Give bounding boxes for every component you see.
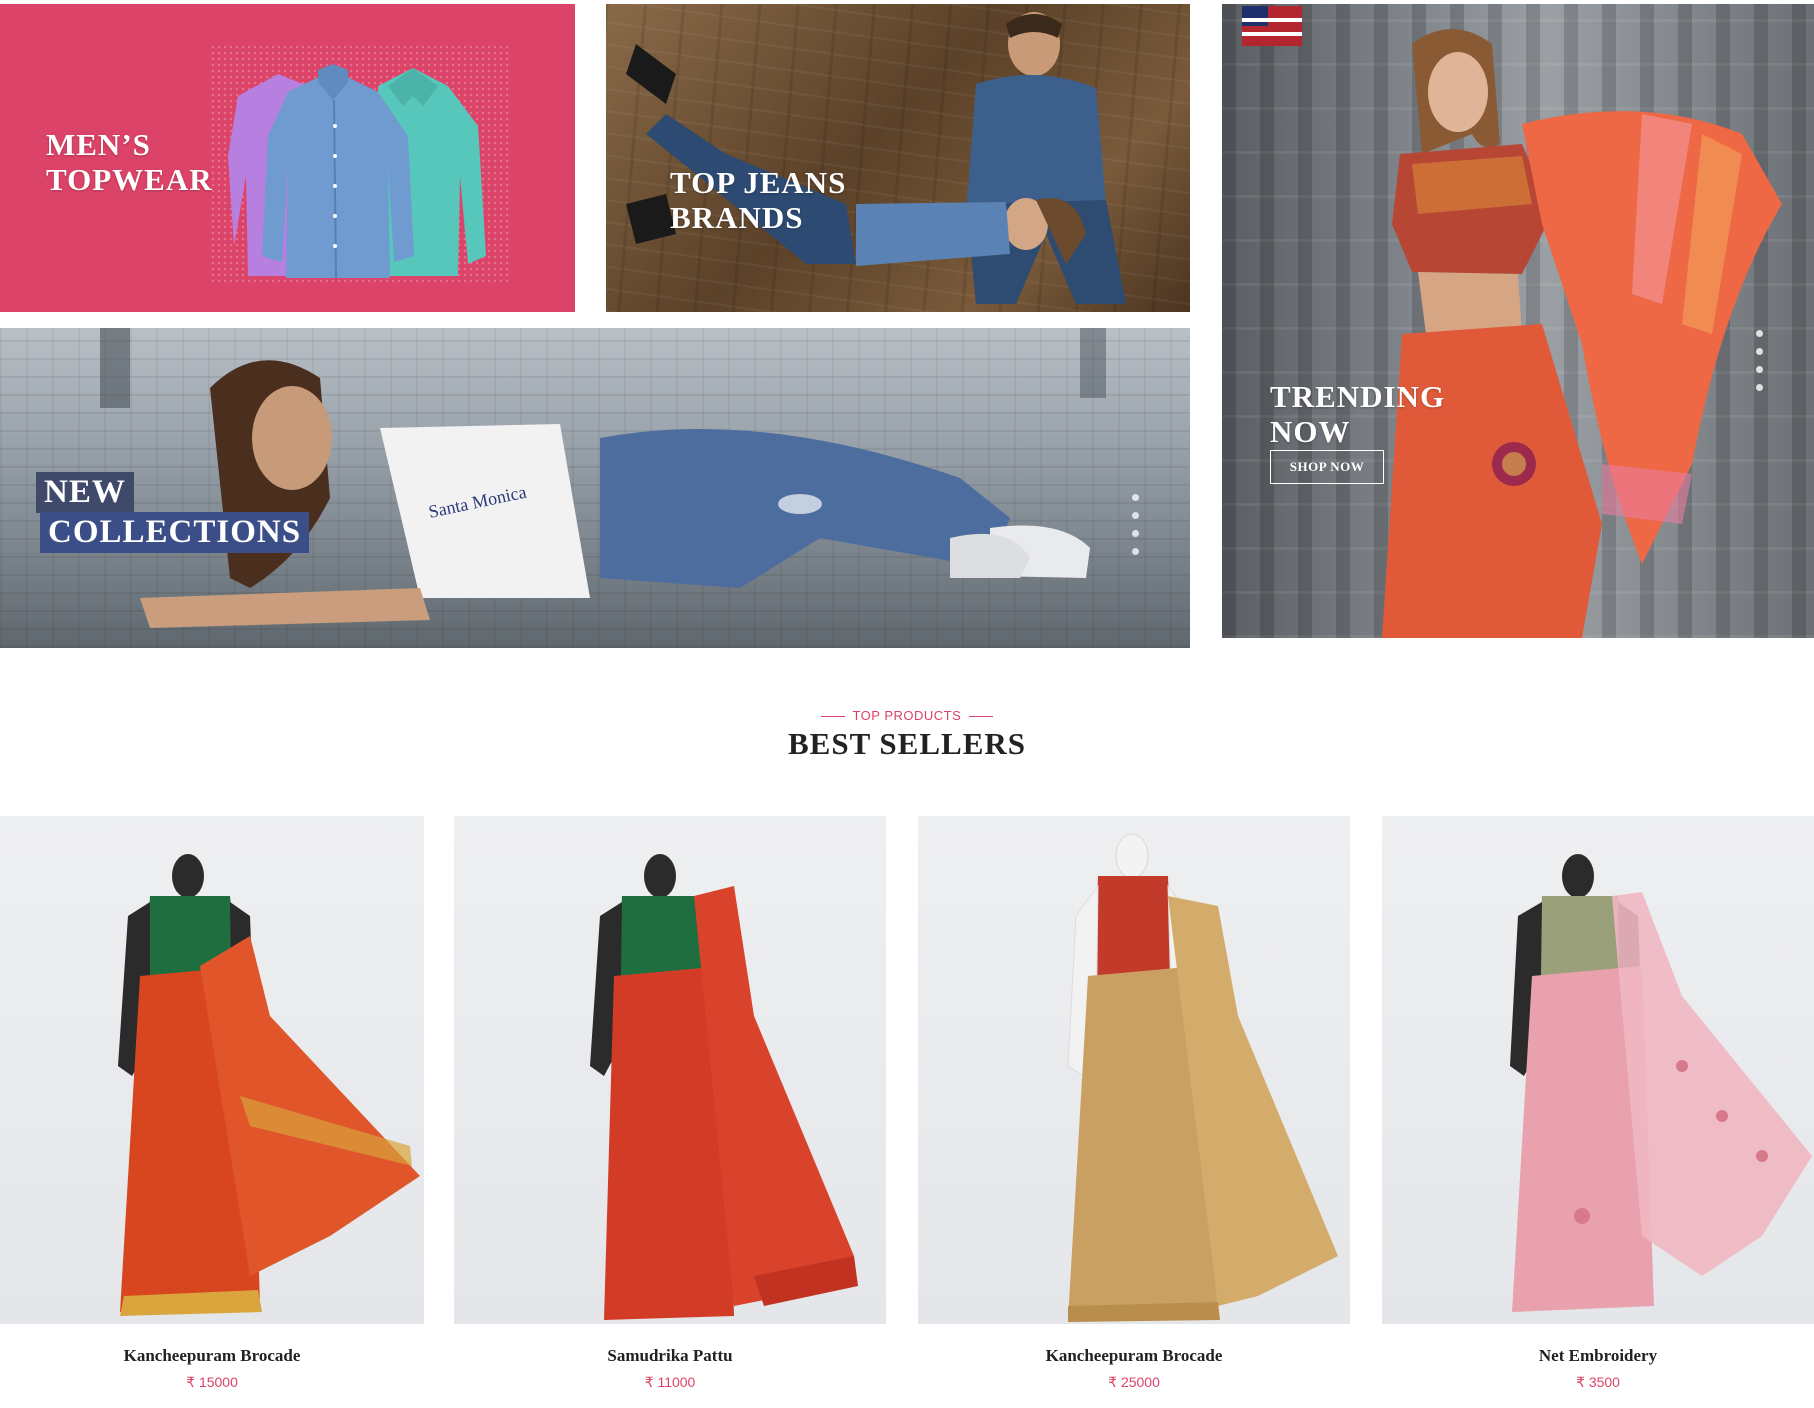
banner-jeans-line2: BRANDS	[670, 199, 804, 235]
carousel-dot[interactable]	[1756, 366, 1763, 373]
banner-mens-label: MEN’S TOPWEAR	[46, 127, 213, 197]
product-name[interactable]: Samudrika Pattu	[454, 1346, 886, 1366]
shirts-image	[228, 64, 486, 279]
product-image[interactable]	[0, 816, 424, 1324]
banner-jeans-line1: TOP JEANS	[670, 165, 847, 200]
banner-trending-line1: TRENDING	[1270, 379, 1446, 414]
couple-photo	[626, 12, 1126, 304]
saree-model-photo	[1242, 6, 1782, 638]
product-price-value: 15000	[198, 1374, 238, 1390]
product-price-value: 25000	[1120, 1374, 1160, 1390]
section-eyebrow: TOP PRODUCTS	[0, 708, 1814, 723]
product-name[interactable]: Kancheepuram Brocade	[918, 1346, 1350, 1366]
rupee-icon: ₹	[644, 1374, 654, 1390]
carousel-dot[interactable]	[1132, 530, 1139, 537]
carousel-dot[interactable]	[1132, 494, 1139, 501]
carousel-dots-trending	[1756, 330, 1763, 402]
carousel-dot[interactable]	[1132, 512, 1139, 519]
carousel-dot[interactable]	[1756, 348, 1763, 355]
banner-mens-line2: TOPWEAR	[46, 161, 213, 197]
rupee-icon: ₹	[1108, 1374, 1118, 1390]
product-card[interactable]: Net Embroidery ₹ 3500	[1382, 816, 1814, 1408]
product-price: ₹ 3500	[1382, 1374, 1814, 1391]
eyebrow-line-left	[820, 716, 845, 718]
banner-jeans-label: TOP JEANS BRANDS	[670, 165, 847, 235]
banner-trending-line2: NOW	[1270, 413, 1351, 449]
product-card[interactable]: Samudrika Pattu ₹ 11000	[454, 816, 886, 1408]
banner-mens-topwear[interactable]: MEN’S TOPWEAR	[0, 4, 575, 312]
product-image[interactable]	[1382, 816, 1814, 1324]
product-image[interactable]	[454, 816, 886, 1324]
banner-new-collections[interactable]: Santa Monica NEW COLLECTIONS	[0, 328, 1190, 648]
banner-top-jeans-brands[interactable]: TOP JEANS BRANDS	[606, 4, 1190, 312]
product-price-value: 3500	[1588, 1374, 1620, 1390]
carousel-dots	[1132, 494, 1142, 566]
shop-now-button[interactable]: SHOP NOW	[1270, 450, 1384, 484]
banner-new-line1: NEW	[36, 472, 134, 513]
product-caption-bg	[14, 1328, 410, 1408]
banner-trending-now[interactable]: TRENDING NOW SHOP NOW	[1222, 4, 1814, 638]
rupee-icon: ₹	[186, 1374, 196, 1390]
product-caption-bg	[1396, 1328, 1800, 1408]
carousel-dot[interactable]	[1756, 384, 1763, 391]
product-price: ₹ 11000	[454, 1374, 886, 1391]
product-image[interactable]	[918, 816, 1350, 1324]
product-card[interactable]: Kancheepuram Brocade ₹ 25000	[918, 816, 1350, 1408]
product-caption-bg	[932, 1328, 1336, 1408]
product-caption-bg	[468, 1328, 872, 1408]
model-lying-photo: Santa Monica	[100, 328, 1106, 628]
product-price: ₹ 15000	[0, 1374, 424, 1391]
carousel-dot[interactable]	[1132, 548, 1139, 555]
section-title: BEST SELLERS	[787, 726, 1027, 761]
product-card[interactable]: Kancheepuram Brocade ₹ 15000	[0, 816, 424, 1408]
rupee-icon: ₹	[1576, 1374, 1585, 1390]
banner-new-line2: COLLECTIONS	[40, 512, 310, 553]
eyebrow-line-right	[969, 716, 994, 718]
product-name[interactable]: Net Embroidery	[1382, 1346, 1814, 1366]
product-price-value: 11000	[657, 1374, 696, 1390]
product-price: ₹ 25000	[918, 1374, 1350, 1391]
banner-mens-line1: MEN’S	[46, 127, 151, 162]
eyebrow-text: TOP PRODUCTS	[852, 708, 962, 723]
carousel-dot[interactable]	[1756, 330, 1763, 337]
product-name[interactable]: Kancheepuram Brocade	[0, 1346, 424, 1366]
banner-trending-label: TRENDING NOW	[1270, 379, 1446, 449]
